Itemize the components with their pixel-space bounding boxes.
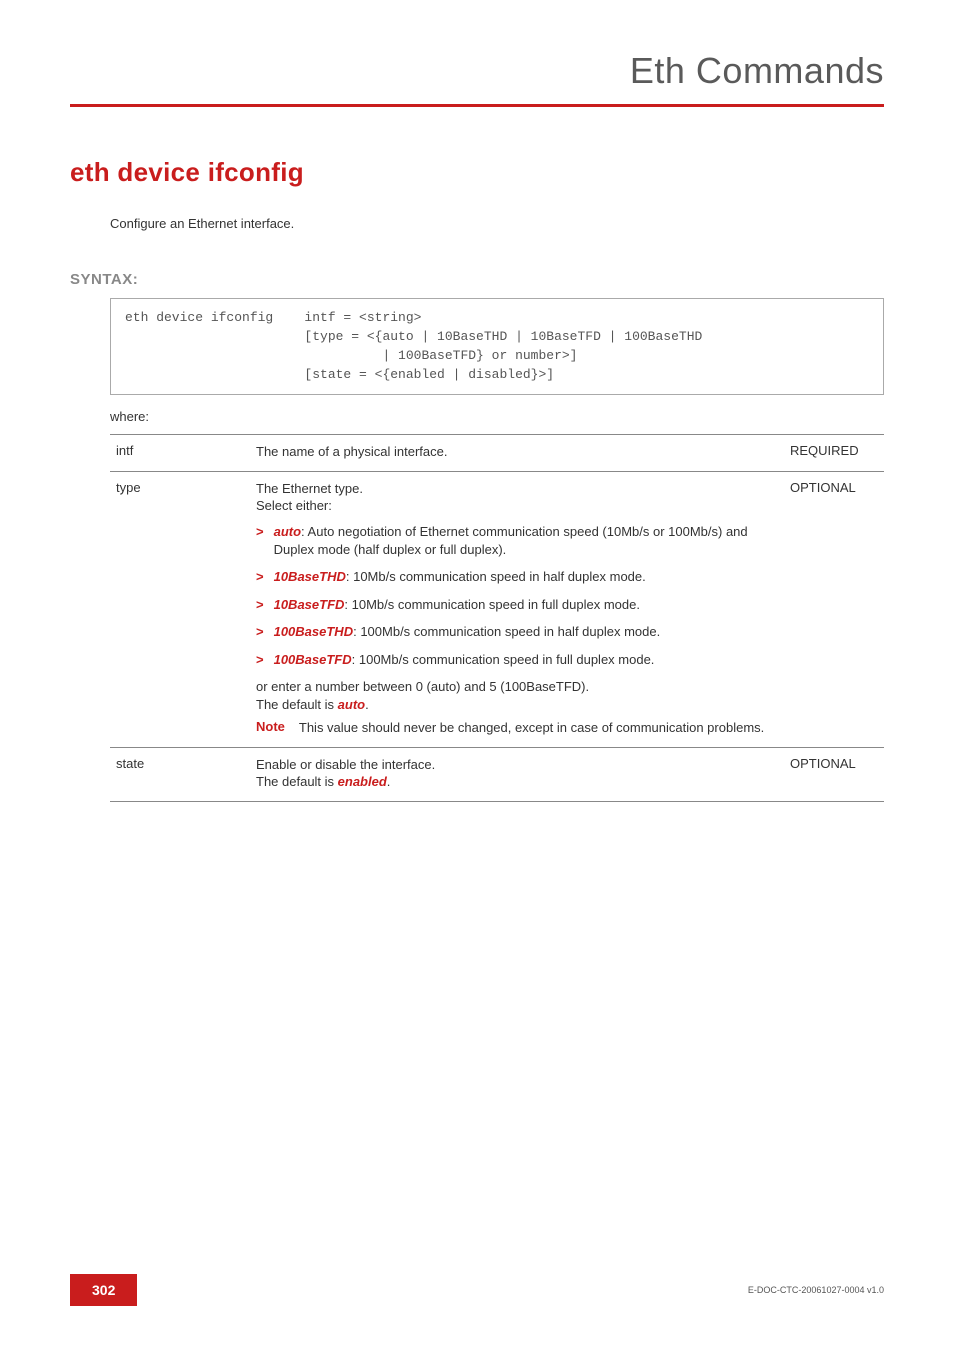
note-label: Note xyxy=(256,719,285,737)
param-lead: The name of a physical interface. xyxy=(256,443,778,461)
param-lead: The Ethernet type. Select either: xyxy=(256,480,778,515)
page-number-badge: 302 xyxy=(70,1274,137,1306)
table-row: state Enable or disable the interface. T… xyxy=(110,747,884,801)
list-item: > 100BaseTFD: 100Mb/s communication spee… xyxy=(256,651,778,669)
syntax-box: eth device ifconfig intf = <string> [typ… xyxy=(110,298,884,395)
state-term: enabled xyxy=(338,774,387,789)
page-footer: 302 E-DOC-CTC-20061027-0004 v1.0 xyxy=(70,1274,884,1306)
arrow-icon: > xyxy=(256,652,264,667)
list-item: > auto: Auto negotiation of Ethernet com… xyxy=(256,523,778,558)
term: auto xyxy=(274,524,301,539)
trailer-term: auto xyxy=(338,697,365,712)
param-name: state xyxy=(110,747,250,801)
term: 10BaseTFD xyxy=(274,597,345,612)
arrow-icon: > xyxy=(256,597,264,612)
page-header: Eth Commands xyxy=(70,50,884,104)
note-row: Note This value should never be changed,… xyxy=(256,719,778,737)
command-intro: Configure an Ethernet interface. xyxy=(110,216,884,231)
param-desc: The Ethernet type. Select either: > auto… xyxy=(250,471,784,747)
param-trailer: or enter a number between 0 (auto) and 5… xyxy=(256,678,778,713)
bullet-tail: : 10Mb/s communication speed in full dup… xyxy=(344,597,640,612)
param-name: intf xyxy=(110,435,250,472)
term: 100BaseTHD xyxy=(274,624,354,639)
list-item: > 10BaseTFD: 10Mb/s communication speed … xyxy=(256,596,778,614)
trailer-pre: or enter a number between 0 (auto) and 5… xyxy=(256,679,589,712)
bullet-list: > auto: Auto negotiation of Ethernet com… xyxy=(256,523,778,668)
param-flag: REQUIRED xyxy=(784,435,884,472)
arrow-icon: > xyxy=(256,524,264,539)
param-desc: Enable or disable the interface. The def… xyxy=(250,747,784,801)
bullet-text: 100BaseTFD: 100Mb/s communication speed … xyxy=(274,651,778,669)
list-item: > 100BaseTHD: 100Mb/s communication spee… xyxy=(256,623,778,641)
bullet-tail: : 10Mb/s communication speed in half dup… xyxy=(346,569,646,584)
arrow-icon: > xyxy=(256,624,264,639)
list-item: > 10BaseTHD: 10Mb/s communication speed … xyxy=(256,568,778,586)
bullet-tail: : 100Mb/s communication speed in full du… xyxy=(352,652,655,667)
trailer-post: . xyxy=(365,697,369,712)
state-post: . xyxy=(387,774,391,789)
param-name: type xyxy=(110,471,250,747)
table-row: type The Ethernet type. Select either: >… xyxy=(110,471,884,747)
bullet-text: 10BaseTHD: 10Mb/s communication speed in… xyxy=(274,568,778,586)
arrow-icon: > xyxy=(256,569,264,584)
term: 10BaseTHD xyxy=(274,569,346,584)
bullet-text: 100BaseTHD: 100Mb/s communication speed … xyxy=(274,623,778,641)
param-lead: Enable or disable the interface. The def… xyxy=(256,756,778,791)
where-label: where: xyxy=(110,409,884,424)
note-text: This value should never be changed, exce… xyxy=(299,719,778,737)
doc-id: E-DOC-CTC-20061027-0004 v1.0 xyxy=(748,1285,884,1295)
syntax-label: SYNTAX: xyxy=(70,271,884,288)
param-desc: The name of a physical interface. xyxy=(250,435,784,472)
param-table: intf The name of a physical interface. R… xyxy=(110,434,884,802)
table-row: intf The name of a physical interface. R… xyxy=(110,435,884,472)
term: 100BaseTFD xyxy=(274,652,352,667)
command-title: eth device ifconfig xyxy=(70,157,884,188)
param-flag: OPTIONAL xyxy=(784,747,884,801)
bullet-text: auto: Auto negotiation of Ethernet commu… xyxy=(274,523,778,558)
bullet-text: 10BaseTFD: 10Mb/s communication speed in… xyxy=(274,596,778,614)
param-flag: OPTIONAL xyxy=(784,471,884,747)
header-rule xyxy=(70,104,884,107)
bullet-tail: : 100Mb/s communication speed in half du… xyxy=(353,624,660,639)
bullet-tail: : Auto negotiation of Ethernet communica… xyxy=(274,524,748,557)
